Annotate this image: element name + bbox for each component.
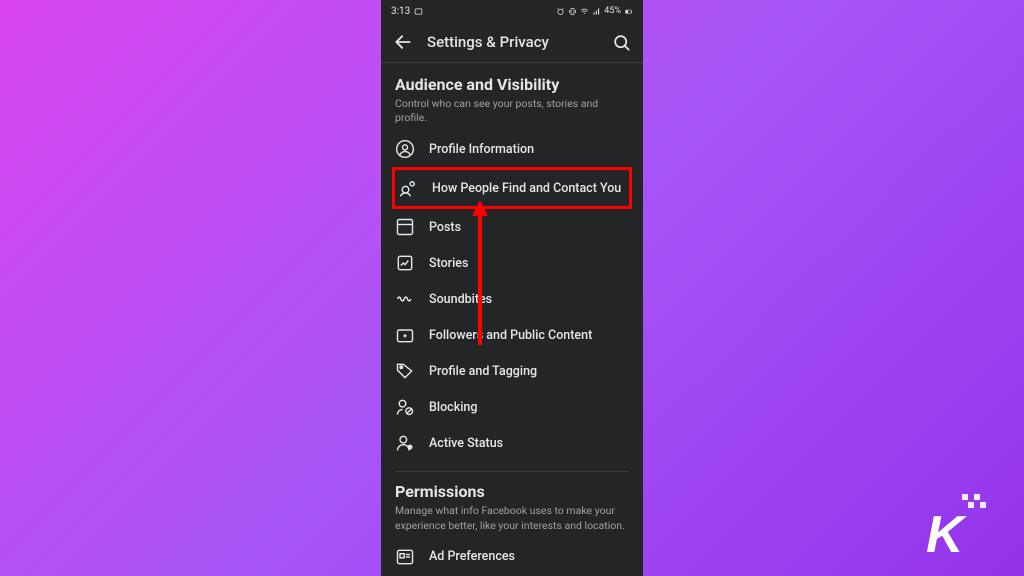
item-profile-tagging[interactable]: Profile and Tagging [395,353,629,389]
section-audience: Audience and Visibility Control who can … [381,63,643,461]
item-ad-preferences[interactable]: Ad Preferences [395,539,629,575]
people-search-icon [398,178,418,198]
search-icon[interactable] [612,33,631,52]
item-label: Ad Preferences [429,549,515,564]
section-title: Audience and Visibility [395,75,629,94]
item-label: Soundbites [429,292,492,307]
item-label: Profile and Tagging [429,364,537,379]
item-label: Stories [429,256,468,271]
status-right: 45% [556,6,633,16]
followers-icon [395,325,415,345]
posts-icon [395,217,415,237]
item-posts[interactable]: Posts [395,209,629,245]
item-label: Blocking [429,400,477,415]
signal-icon [592,7,601,16]
highlight-box: How People Find and Contact You [392,167,632,209]
user-circle-icon [395,139,415,159]
status-bar: 3:13 45% [381,0,643,22]
battery-text: 45% [604,6,621,16]
item-how-people-find[interactable]: How People Find and Contact You [398,170,626,206]
item-label: Active Status [429,436,503,451]
item-stories[interactable]: Stories [395,245,629,281]
item-followers[interactable]: Followers and Public Content [395,317,629,353]
status-time: 3:13 [391,6,410,17]
svg-text:K: K [926,506,967,558]
ad-preferences-icon [395,547,415,567]
soundbites-icon [395,289,415,309]
active-status-icon [395,433,415,453]
item-label: Profile Information [429,142,534,157]
tag-icon [395,361,415,381]
status-left: 3:13 [391,6,423,17]
section-permissions: Permissions Manage what info Facebook us… [381,482,643,574]
item-profile-information[interactable]: Profile Information [395,131,629,167]
battery-icon [624,7,633,16]
item-blocking[interactable]: Blocking [395,389,629,425]
card-icon [414,7,423,16]
blocking-icon [395,397,415,417]
page-title: Settings & Privacy [427,33,598,51]
app-header: Settings & Privacy [381,22,643,63]
item-active-status[interactable]: Active Status [395,425,629,461]
item-label: How People Find and Contact You [432,181,621,196]
watermark-logo: K [914,494,1004,558]
back-arrow-icon[interactable] [393,32,413,52]
section-desc: Control who can see your posts, stories … [395,97,629,125]
mobile-screen: 3:13 45% Settings & Privacy Audience and… [381,0,643,576]
item-label: Followers and Public Content [429,328,592,343]
stories-icon [395,253,415,273]
vibrate-icon [568,7,577,16]
wifi-icon [580,7,589,16]
item-label: Posts [429,220,461,235]
section-desc: Manage what info Facebook uses to make y… [395,504,629,532]
item-soundbites[interactable]: Soundbites [395,281,629,317]
divider [395,471,629,472]
alarm-icon [556,7,565,16]
section-title: Permissions [395,482,629,501]
